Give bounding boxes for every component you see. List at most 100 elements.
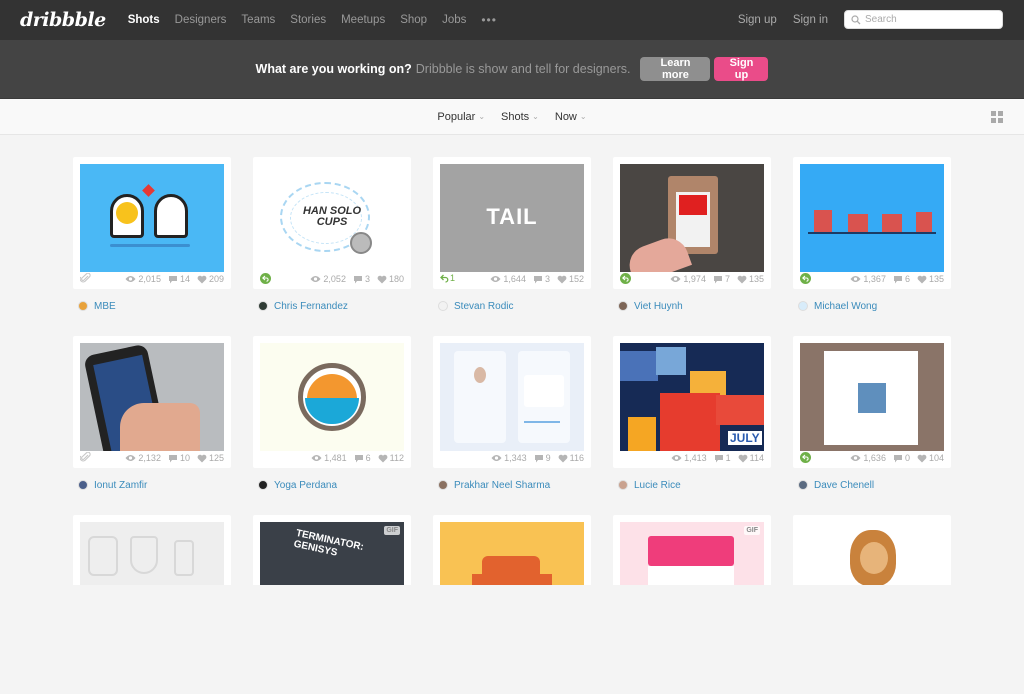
filter-type-dropdown[interactable]: Shots ⌄ [501,111,539,123]
shot-card[interactable]: 1,974 7 135 [613,157,771,289]
likes-stat[interactable]: 104 [917,453,944,463]
comments-stat[interactable]: 7 [713,274,730,284]
avatar[interactable] [438,301,448,311]
author-link[interactable]: MBE [94,301,116,312]
banner-signup-button[interactable]: Sign up [714,57,769,81]
avatar[interactable] [258,480,268,490]
filter-sort-dropdown[interactable]: Popular ⌄ [437,111,485,123]
likes-stat[interactable]: 112 [378,453,404,463]
shot-thumbnail[interactable]: TERMINATOR: GENISYS GIF [260,522,404,585]
nav-teams[interactable]: Teams [241,14,275,26]
nav-shop[interactable]: Shop [400,14,427,26]
shot-card[interactable]: HAN SOLO CUPS 2,052 3 180 [253,157,411,289]
shot-item: 1,636 0 104 Dave Chenell [793,336,951,515]
shot-thumbnail[interactable]: HAN SOLO CUPS [260,164,404,272]
comments-stat[interactable]: 3 [533,274,550,284]
avatar[interactable] [618,480,628,490]
avatar[interactable] [78,301,88,311]
rebound-icon[interactable] [800,452,811,463]
shot-card[interactable]: JULY 1,413 1 114 [613,336,771,468]
comments-stat[interactable]: 14 [168,274,190,284]
shot-thumbnail[interactable] [620,164,764,272]
author-link[interactable]: Yoga Perdana [274,480,337,491]
rebound-icon[interactable] [800,273,811,284]
grid-view-icon[interactable] [991,111,1003,123]
shot-card[interactable] [793,515,951,585]
likes-stat[interactable]: 116 [558,453,584,463]
likes-stat[interactable]: 114 [738,453,764,463]
shot-card[interactable]: TERMINATOR: GENISYS GIF [253,515,411,585]
shot-thumbnail[interactable] [440,522,584,585]
avatar[interactable] [438,480,448,490]
dribbble-logo[interactable]: dribbble [20,9,106,31]
views-count: 1,343 [504,453,527,463]
avatar[interactable] [798,480,808,490]
shot-card[interactable]: GIF [613,515,771,585]
comments-stat[interactable]: 9 [534,453,551,463]
likes-stat[interactable]: 135 [917,274,944,284]
learn-more-button[interactable]: Learn more [640,57,711,81]
shot-card[interactable]: 2,132 10 125 [73,336,231,468]
comments-stat[interactable]: 6 [354,453,371,463]
shot-card[interactable]: 1,481 6 112 [253,336,411,468]
comments-stat[interactable]: 6 [893,274,910,284]
author-link[interactable]: Ionut Zamfir [94,480,147,491]
comments-stat[interactable]: 10 [168,453,190,463]
shot-card[interactable] [433,515,591,585]
author-link[interactable]: Chris Fernandez [274,301,348,312]
comments-stat[interactable]: 3 [353,274,370,284]
likes-stat[interactable]: 125 [197,453,224,463]
author-link[interactable]: Viet Huynh [634,301,683,312]
likes-icon [737,275,747,283]
comments-icon [713,275,722,283]
header-signup-link[interactable]: Sign up [738,14,777,26]
avatar[interactable] [798,301,808,311]
shot-card[interactable] [73,515,231,585]
shot-card[interactable]: 1,636 0 104 [793,336,951,468]
nav-designers[interactable]: Designers [175,14,227,26]
comments-count: 3 [364,274,370,284]
author-link[interactable]: Lucie Rice [634,480,681,491]
avatar[interactable] [258,301,268,311]
nav-shots[interactable]: Shots [128,14,160,26]
shot-thumbnail[interactable] [800,164,944,272]
filter-time-dropdown[interactable]: Now ⌄ [555,111,587,123]
avatar[interactable] [618,301,628,311]
shot-stats: 1,481 6 112 [260,451,404,465]
shot-thumbnail[interactable]: JULY [620,343,764,451]
likes-stat[interactable]: 135 [737,274,764,284]
shot-thumbnail[interactable] [440,343,584,451]
comments-stat[interactable]: 0 [893,453,910,463]
shot-item: TAIL 1 1,644 3 152 Stevan Rodic [433,157,591,336]
search-input[interactable] [865,14,995,25]
likes-stat[interactable]: 180 [377,274,404,284]
author-link[interactable]: Michael Wong [814,301,877,312]
shot-thumbnail[interactable]: TAIL [440,164,584,272]
rebound-icon[interactable] [620,273,631,284]
nav-stories[interactable]: Stories [290,14,326,26]
shot-thumbnail[interactable] [260,343,404,451]
header-signin-link[interactable]: Sign in [793,14,828,26]
more-menu-icon[interactable]: ••• [481,13,497,27]
shot-card[interactable]: 2,015 14 209 [73,157,231,289]
shot-card[interactable]: 1,343 9 116 [433,336,591,468]
shot-thumbnail[interactable] [80,164,224,272]
nav-jobs[interactable]: Jobs [442,14,466,26]
search-box[interactable] [844,10,1003,29]
avatar[interactable] [78,480,88,490]
author-link[interactable]: Prakhar Neel Sharma [454,480,550,491]
shot-thumbnail[interactable] [80,522,224,585]
likes-stat[interactable]: 209 [197,274,224,284]
author-link[interactable]: Stevan Rodic [454,301,513,312]
rebound-icon[interactable] [260,273,271,284]
shot-thumbnail[interactable] [800,522,944,585]
likes-stat[interactable]: 152 [557,274,584,284]
nav-meetups[interactable]: Meetups [341,14,385,26]
shot-thumbnail[interactable]: GIF [620,522,764,585]
comments-stat[interactable]: 1 [714,453,731,463]
author-link[interactable]: Dave Chenell [814,480,874,491]
shot-thumbnail[interactable] [80,343,224,451]
shot-card[interactable]: 1,367 6 135 [793,157,951,289]
shot-thumbnail[interactable] [800,343,944,451]
shot-card[interactable]: TAIL 1 1,644 3 152 [433,157,591,289]
